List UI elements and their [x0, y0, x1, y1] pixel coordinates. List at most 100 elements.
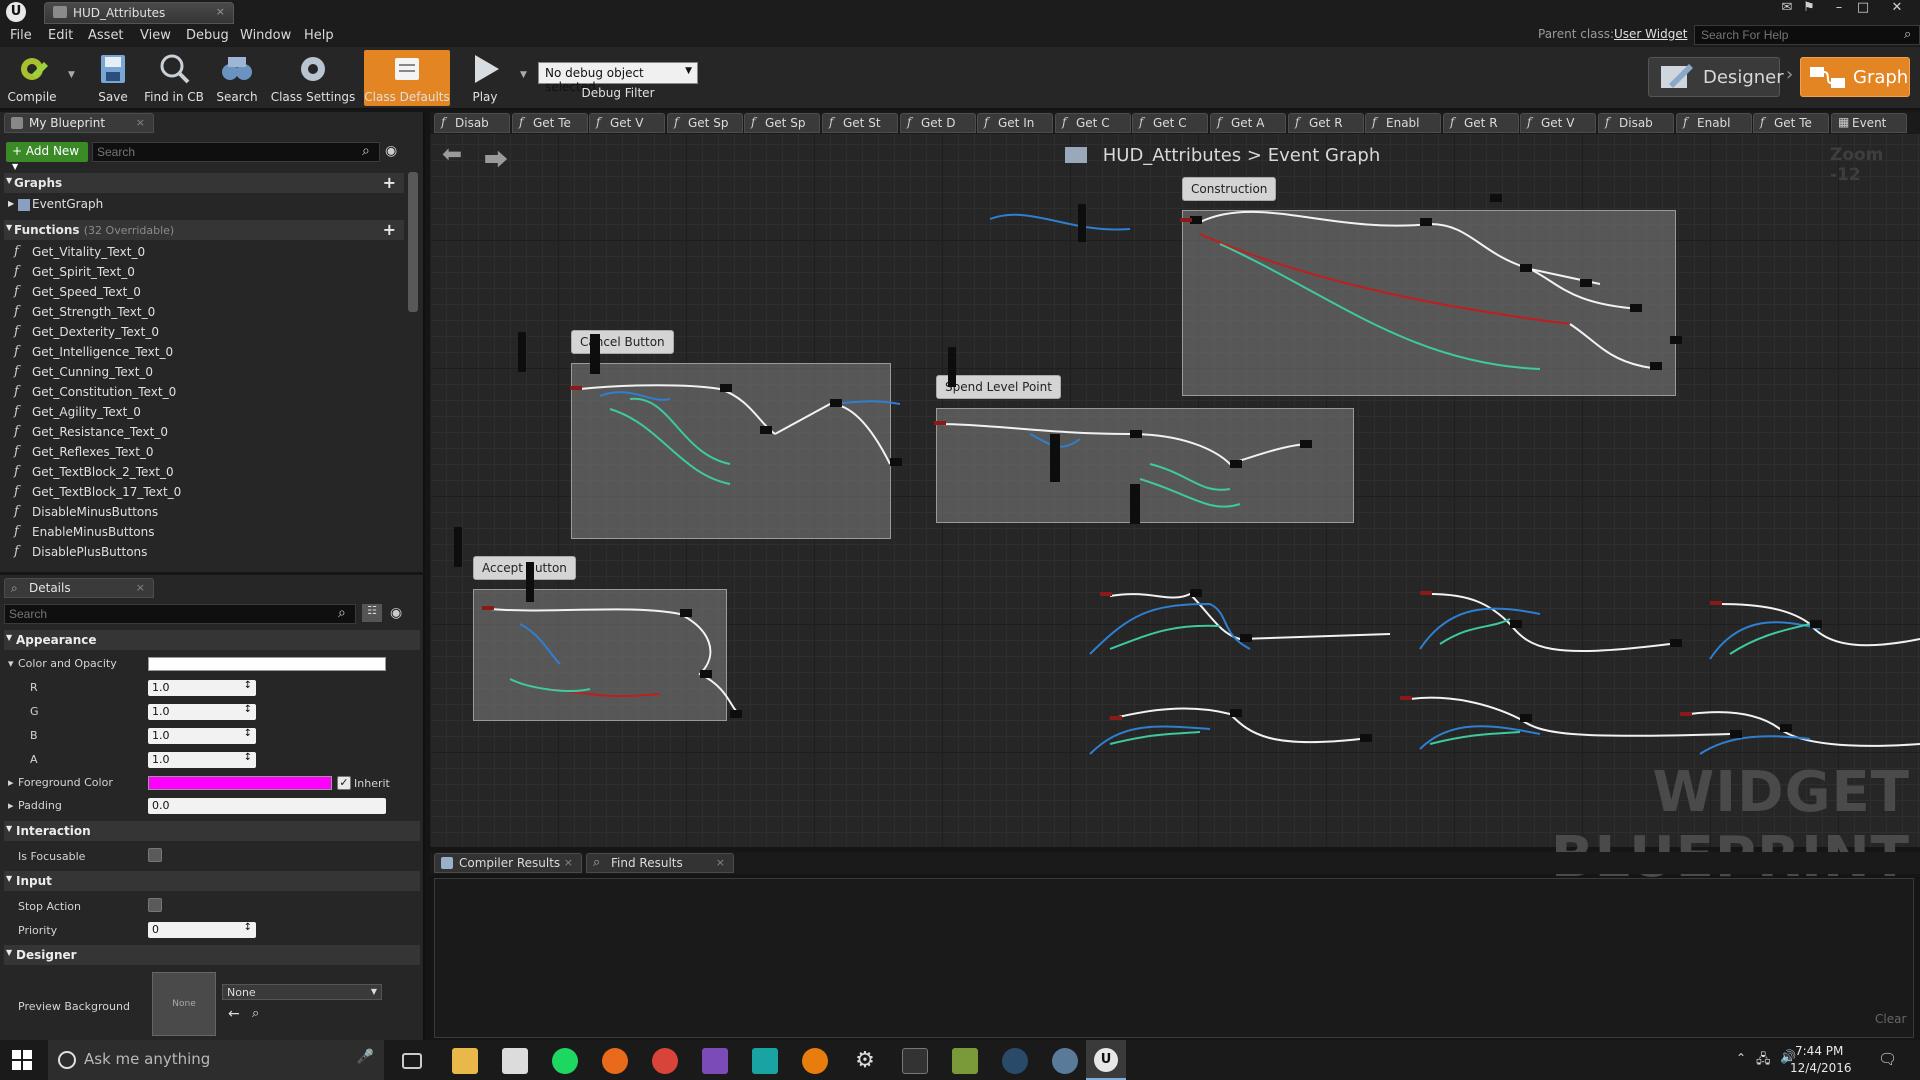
function-item[interactable]: f DisableMinusButtons	[14, 504, 158, 525]
foreground-color-swatch[interactable]	[148, 776, 332, 790]
unreal-logo-icon[interactable]: U	[6, 2, 26, 22]
a-value-input[interactable]: 1.0 ↕	[148, 752, 256, 768]
close-tab-icon[interactable]: ×	[716, 856, 725, 869]
find-results-tab[interactable]: ⌕ Find Results ×	[586, 853, 734, 873]
visibility-eye-icon[interactable]: ◉	[390, 605, 402, 621]
graph-tab[interactable]: f Get D	[900, 113, 976, 133]
store-icon[interactable]	[502, 1048, 528, 1074]
menu-window[interactable]: Window	[240, 28, 291, 43]
clear-button[interactable]: Clear	[1875, 1012, 1906, 1026]
preview-background-select[interactable]: None ▼	[222, 984, 382, 1000]
chrome-icon[interactable]	[652, 1048, 678, 1074]
help-search-input[interactable]	[1694, 25, 1920, 45]
compile-options-chevron-icon[interactable]: ▼	[68, 70, 75, 80]
menu-view[interactable]: View	[140, 28, 171, 43]
function-item[interactable]: f Get_Resistance_Text_0	[14, 424, 168, 445]
add-function-plus-icon[interactable]: +	[383, 220, 396, 239]
function-item[interactable]: f Get_Constitution_Text_0	[14, 384, 176, 405]
blueprint-scrollbar[interactable]	[408, 172, 418, 312]
graph-tab[interactable]: f Get Te	[512, 113, 588, 133]
function-item[interactable]: f Get_Intelligence_Text_0	[14, 344, 173, 365]
minimize-button[interactable]: –	[1828, 0, 1850, 18]
compiler-results-tab[interactable]: Compiler Results ×	[434, 853, 582, 873]
action-center-icon[interactable]: 🗨	[1878, 1050, 1897, 1068]
is-focusable-checkbox[interactable]	[148, 848, 162, 862]
graph-tab[interactable]: f Get C	[1055, 113, 1131, 133]
graph-tab[interactable]: f Disab	[434, 113, 510, 133]
function-item[interactable]: f EnableMinusButtons	[14, 524, 154, 545]
browse-search-icon[interactable]: ⌕	[252, 1006, 259, 1021]
settings-gear-icon[interactable]: ⚙	[852, 1048, 878, 1074]
compile-button[interactable]: Compile	[4, 50, 60, 106]
parent-class-link[interactable]: User Widget	[1614, 27, 1687, 41]
appearance-category[interactable]: ▼ Appearance	[4, 630, 420, 650]
close-tab-icon[interactable]: ×	[216, 5, 225, 18]
function-item[interactable]: f Get_Vitality_Text_0	[14, 244, 145, 265]
graph-tab[interactable]: f Enabl	[1676, 113, 1752, 133]
event-graph-item[interactable]: ▶ EventGraph	[6, 197, 386, 215]
clock-time[interactable]: 7:44 PM	[1795, 1044, 1843, 1058]
unreal-editor-taskbar-item[interactable]: U	[1086, 1040, 1126, 1080]
close-tab-icon[interactable]: ×	[564, 856, 573, 869]
find-in-cb-button[interactable]: Find in CB	[142, 50, 206, 106]
details-search-input[interactable]	[4, 604, 356, 624]
input-category[interactable]: ▼ Input	[4, 871, 420, 891]
class-settings-button[interactable]: Class Settings	[270, 50, 356, 106]
visibility-eye-icon[interactable]: ◉	[385, 143, 397, 159]
graph-tab[interactable]: f Get Te	[1753, 113, 1829, 133]
graph-tab[interactable]: f Get In	[977, 113, 1053, 133]
class-defaults-button[interactable]: Class Defaults	[364, 50, 450, 106]
function-item[interactable]: f Get_Reflexes_Text_0	[14, 444, 154, 465]
feedback-icon[interactable]: ✉	[1776, 0, 1798, 18]
search-button[interactable]: Search	[212, 50, 262, 106]
inherit-checkbox[interactable]: ✓	[337, 776, 351, 790]
function-item[interactable]: f Get_Speed_Text_0	[14, 284, 141, 305]
function-item[interactable]: f Get_Spirit_Text_0	[14, 264, 135, 285]
collapse-triangle-icon[interactable]: ▾	[8, 657, 14, 670]
function-item[interactable]: f Get_Dexterity_Text_0	[14, 324, 159, 345]
function-item[interactable]: f Get_Agility_Text_0	[14, 404, 141, 425]
expand-triangle-icon[interactable]: ▸	[8, 776, 14, 789]
blueprint-search-input[interactable]	[92, 142, 380, 162]
graph-tab[interactable]: ▦ Event	[1831, 113, 1907, 133]
play-options-chevron-icon[interactable]: ▼	[520, 70, 527, 80]
graph-tab[interactable]: f Get A	[1210, 113, 1286, 133]
graph-tab[interactable]: f Get V	[1520, 113, 1596, 133]
menu-help[interactable]: Help	[304, 28, 334, 43]
menu-asset[interactable]: Asset	[88, 28, 124, 43]
graph-tab[interactable]: f Enabl	[1365, 113, 1441, 133]
my-blueprint-tab[interactable]: My Blueprint ×	[4, 113, 154, 133]
graph-tab[interactable]: f Get C	[1132, 113, 1208, 133]
property-matrix-icon[interactable]: ☷	[362, 604, 382, 622]
graph-tab[interactable]: f Get V	[589, 113, 665, 133]
graph-tab[interactable]: f Get Sp	[744, 113, 820, 133]
file-explorer-icon[interactable]	[452, 1048, 478, 1074]
maximize-button[interactable]: □	[1852, 0, 1874, 18]
designer-category[interactable]: ▼ Designer	[4, 945, 420, 965]
network-icon[interactable]: 🖧	[1756, 1050, 1771, 1072]
expand-triangle-icon[interactable]: ▸	[8, 799, 14, 812]
function-item[interactable]: f DisablePlusButtons	[14, 544, 147, 565]
save-button[interactable]: Save	[90, 50, 136, 106]
notification-icon[interactable]: ⚑	[1798, 0, 1820, 18]
debug-object-select[interactable]: No debug object selected ▼	[538, 62, 698, 94]
task-view-icon[interactable]	[402, 1053, 422, 1069]
r-value-input[interactable]: 1.0 ↕	[148, 680, 256, 696]
color-and-opacity-swatch[interactable]	[148, 657, 386, 671]
graph-tab[interactable]: f Get Sp	[667, 113, 743, 133]
graph-tab[interactable]: f Get St	[822, 113, 898, 133]
clock-date[interactable]: 12/4/2016	[1790, 1061, 1852, 1075]
add-new-button[interactable]: + Add New ▼	[6, 142, 88, 171]
steam-icon[interactable]	[1002, 1048, 1028, 1074]
tray-expand-chevron-icon[interactable]: ⌃	[1736, 1051, 1746, 1065]
details-tab[interactable]: ⌕ Details ×	[4, 578, 154, 598]
graphs-section-header[interactable]: ▼ Graphs +	[4, 173, 404, 193]
cortana-search-box[interactable]: Ask me anything 🎤	[48, 1040, 384, 1080]
graph-tab[interactable]: f Get R	[1288, 113, 1364, 133]
close-tab-icon[interactable]: ×	[136, 581, 145, 594]
firefox-icon[interactable]	[602, 1048, 628, 1074]
visual-studio-icon[interactable]	[702, 1048, 728, 1074]
function-item[interactable]: f Get_Cunning_Text_0	[14, 364, 153, 385]
windows-start-icon[interactable]	[12, 1050, 32, 1070]
b-value-input[interactable]: 1.0 ↕	[148, 728, 256, 744]
